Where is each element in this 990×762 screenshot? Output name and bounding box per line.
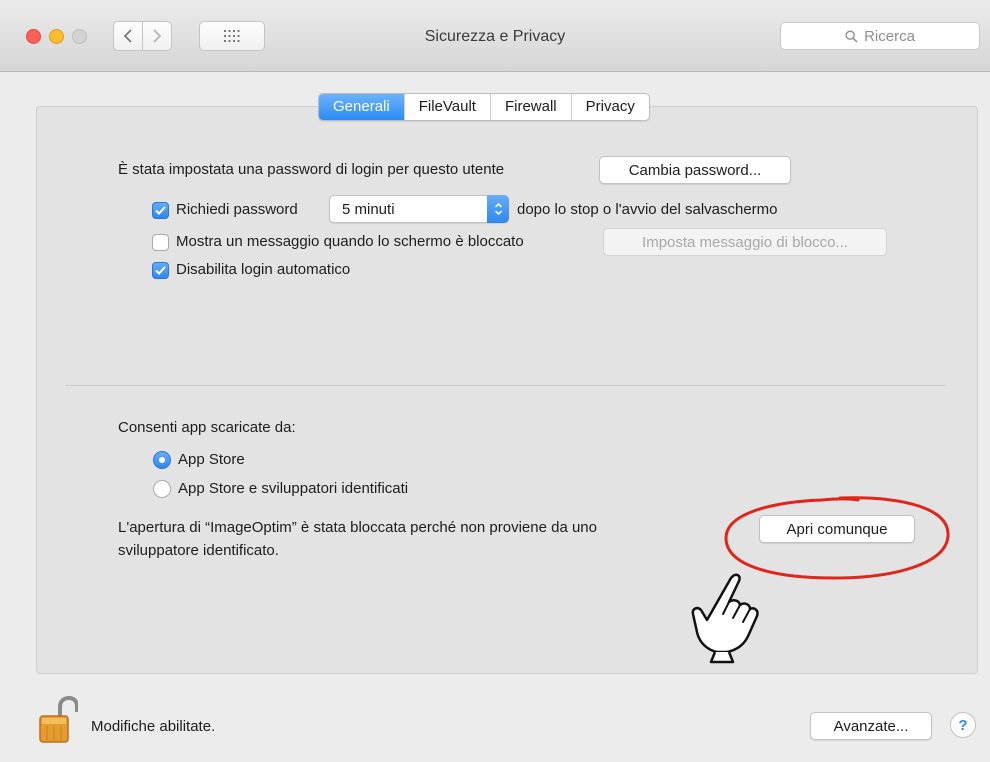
app-store-radio[interactable] bbox=[153, 451, 171, 469]
show-message-checkbox[interactable] bbox=[152, 234, 169, 251]
require-password-suffix: dopo lo stop o l'avvio del salvaschermo bbox=[517, 201, 778, 218]
show-message-label: Mostra un messaggio quando lo schermo è … bbox=[176, 233, 524, 250]
identified-developers-radio[interactable] bbox=[153, 480, 171, 498]
tab-privacy[interactable]: Privacy bbox=[572, 94, 649, 120]
red-highlight-circle bbox=[724, 496, 950, 580]
tab-firewall[interactable]: Firewall bbox=[491, 94, 572, 120]
lock-status-text: Modifiche abilitate. bbox=[91, 718, 216, 735]
help-button[interactable]: ? bbox=[950, 712, 976, 738]
unlocked-padlock-icon[interactable] bbox=[38, 696, 78, 744]
disable-auto-login-label: Disabilita login automatico bbox=[176, 261, 351, 278]
app-store-label: App Store bbox=[178, 451, 245, 468]
disable-auto-login-checkbox[interactable] bbox=[152, 262, 169, 279]
set-lock-message-button[interactable]: Imposta messaggio di blocco... bbox=[603, 228, 887, 256]
password-set-text: È stata impostata una password di login … bbox=[118, 161, 505, 178]
title-bar: Sicurezza e Privacy Ricerca bbox=[0, 0, 990, 72]
password-delay-select[interactable]: 5 minuti bbox=[329, 195, 509, 223]
tab-generali[interactable]: Generali bbox=[319, 94, 405, 120]
search-placeholder: Ricerca bbox=[864, 27, 915, 45]
tab-filevault[interactable]: FileVault bbox=[405, 94, 491, 120]
advanced-button[interactable]: Avanzate... bbox=[810, 712, 932, 740]
tab-bar: Generali FileVault Firewall Privacy bbox=[318, 93, 650, 121]
help-icon: ? bbox=[958, 716, 968, 734]
pointing-hand-icon bbox=[691, 573, 759, 664]
checkmark-icon bbox=[155, 266, 166, 275]
section-divider bbox=[66, 385, 946, 386]
allow-downloads-heading: Consenti app scaricate da: bbox=[118, 419, 296, 436]
identified-developers-label: App Store e sviluppatori identificati bbox=[178, 480, 409, 497]
blocked-app-message-line2: sviluppatore identificato. bbox=[118, 542, 279, 559]
require-password-label: Richiedi password bbox=[176, 201, 298, 218]
updown-arrows-icon bbox=[487, 195, 509, 223]
change-password-button[interactable]: Cambia password... bbox=[599, 156, 791, 184]
password-delay-value: 5 minuti bbox=[342, 201, 395, 218]
search-icon bbox=[845, 29, 858, 43]
content-panel bbox=[36, 106, 978, 674]
blocked-app-message-line1: L'apertura di “ImageOptim” è stata blocc… bbox=[118, 519, 597, 536]
search-field[interactable]: Ricerca bbox=[780, 22, 980, 50]
checkmark-icon bbox=[155, 206, 166, 215]
require-password-checkbox[interactable] bbox=[152, 202, 169, 219]
